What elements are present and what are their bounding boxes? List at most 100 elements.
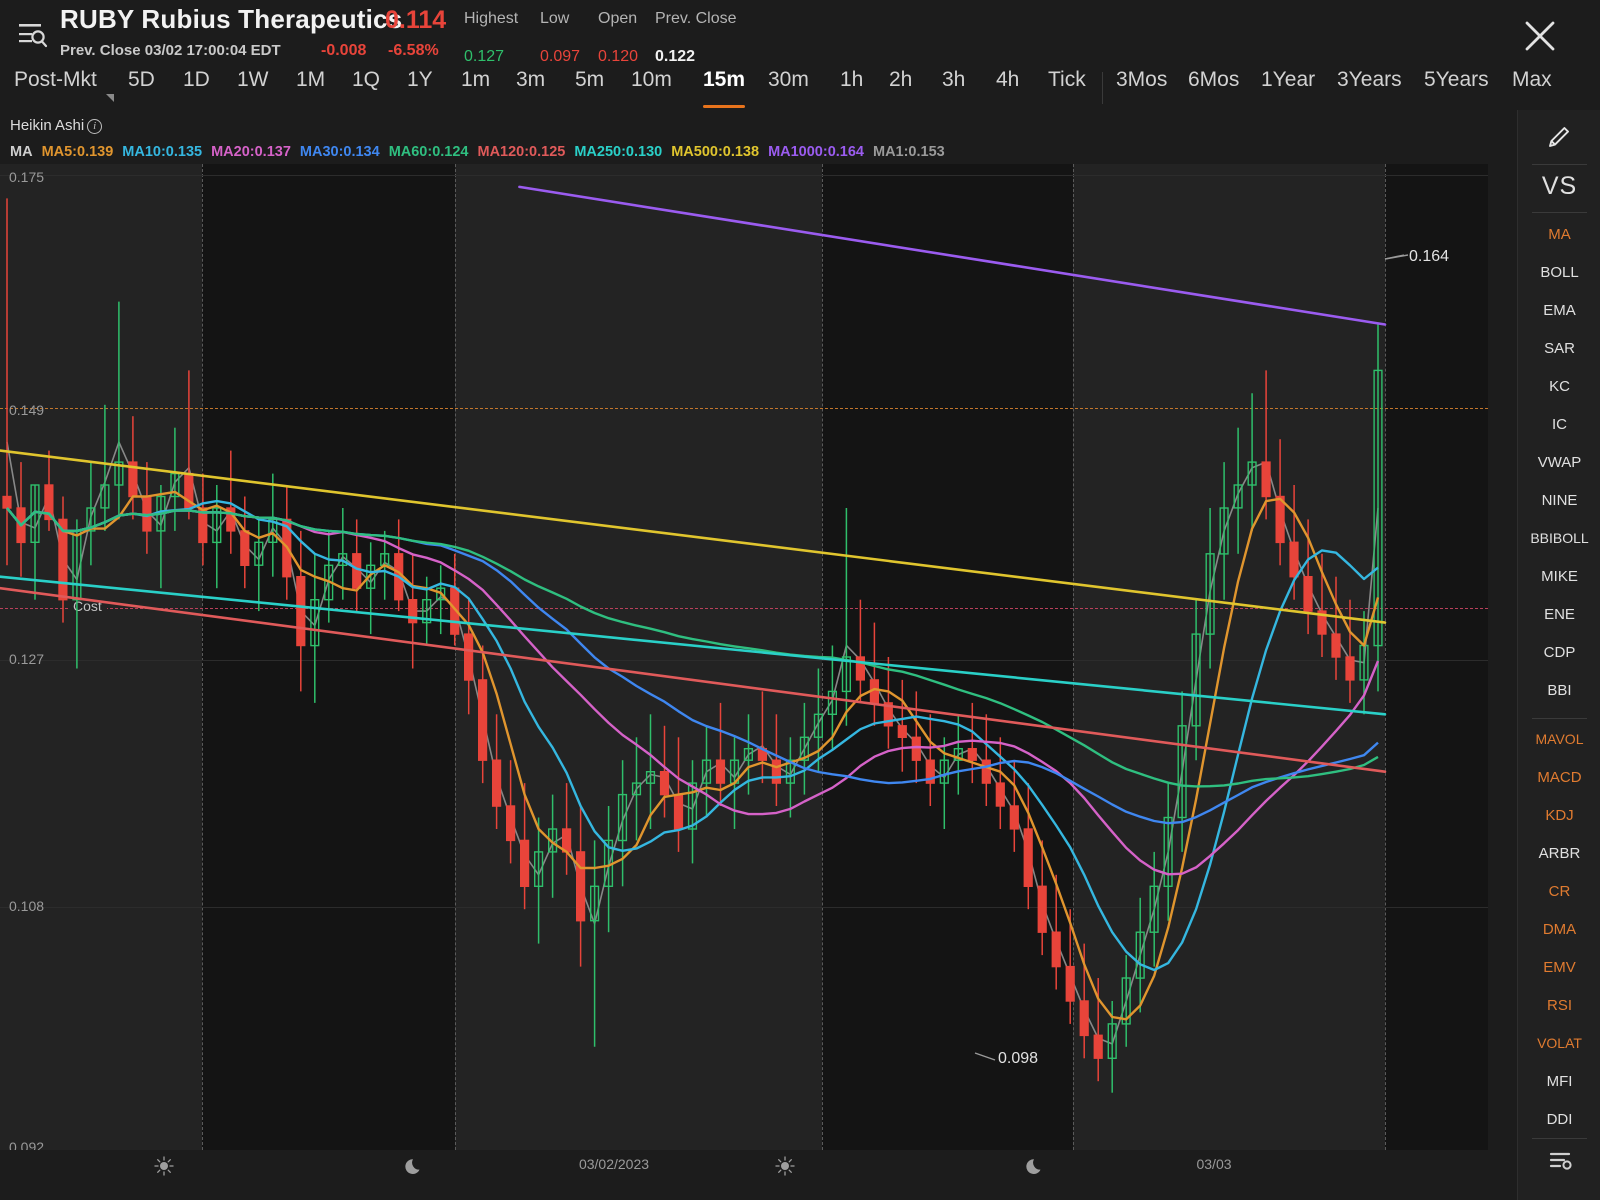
stat-highest-label: Highest	[464, 10, 519, 27]
sidebar-divider-4	[1532, 1138, 1587, 1139]
ma-legend-item-2[interactable]: MA20:0.137	[211, 144, 291, 160]
ma-legend-prefix: MA	[10, 144, 33, 160]
sidebar-indicator-macd[interactable]: MACD	[1518, 769, 1600, 786]
sidebar-indicator-ddi[interactable]: DDI	[1518, 1111, 1600, 1128]
sidebar-indicator-nine[interactable]: NINE	[1518, 492, 1600, 509]
info-icon[interactable]: i	[87, 119, 103, 134]
x-tick-date-1: 03/02/2023	[578, 1156, 650, 1172]
sidebar-indicator-emv[interactable]: EMV	[1518, 959, 1600, 976]
tab-3m[interactable]: 3m	[516, 68, 545, 110]
sidebar-indicator-cr[interactable]: CR	[1518, 883, 1600, 900]
stat-highest-value: 0.127	[464, 48, 505, 65]
sidebar-indicator-dma[interactable]: DMA	[1518, 921, 1600, 938]
chart-plot-area[interactable]	[0, 164, 1488, 1150]
stat-open-value: 0.120	[598, 48, 639, 65]
x-tick-date-2: 03/03	[1196, 1156, 1232, 1172]
tab-2h[interactable]: 2h	[889, 68, 912, 110]
list-search-icon[interactable]	[14, 16, 50, 56]
tab-6mos[interactable]: 6Mos	[1188, 68, 1239, 110]
last-price: 0.114	[385, 6, 447, 34]
timeframe-bar: Post-Mkt 5D 1D 1W 1M 1Q 1Y 1m 3m 5m 10m …	[0, 68, 1600, 110]
ma-legend-item-9[interactable]: MA1:0.153	[873, 144, 945, 160]
chart-type-label[interactable]: Heikin Ashi i	[10, 117, 103, 134]
tab-30m[interactable]: 30m	[768, 68, 809, 110]
indicator-settings-icon[interactable]	[1518, 1146, 1600, 1177]
tab-divider	[1102, 72, 1103, 104]
tab-tick[interactable]: Tick	[1048, 68, 1086, 110]
tab-3mos[interactable]: 3Mos	[1116, 68, 1167, 110]
sidebar-indicator-ene[interactable]: ENE	[1518, 606, 1600, 623]
ma-legend-item-3[interactable]: MA30:0.134	[300, 144, 380, 160]
sidebar-divider-3	[1532, 718, 1587, 719]
sidebar-indicator-bbi[interactable]: BBI	[1518, 682, 1600, 699]
sidebar-indicator-rsi[interactable]: RSI	[1518, 997, 1600, 1014]
sidebar-indicator-vwap[interactable]: VWAP	[1518, 454, 1600, 471]
sidebar-indicator-mike[interactable]: MIKE	[1518, 568, 1600, 585]
sidebar-indicator-mfi[interactable]: MFI	[1518, 1073, 1600, 1090]
chart-app: RUBY Rubius Therapeutics 0.114 Prev. Clo…	[0, 0, 1600, 1200]
sidebar-indicator-sar[interactable]: SAR	[1518, 340, 1600, 357]
pencil-icon[interactable]	[1518, 122, 1600, 157]
sun-icon-2	[775, 1156, 795, 1176]
sidebar-indicator-volat[interactable]: VOLAT	[1518, 1035, 1600, 1051]
ma-legend-item-5[interactable]: MA120:0.125	[477, 144, 565, 160]
sidebar-indicator-boll[interactable]: BOLL	[1518, 264, 1600, 281]
chevron-down-icon	[106, 94, 114, 102]
sidebar-divider-1	[1532, 164, 1587, 165]
ma-legend-item-8[interactable]: MA1000:0.164	[768, 144, 864, 160]
high-price-marker: 0.164	[1409, 248, 1450, 265]
sidebar-indicator-ma[interactable]: MA	[1518, 226, 1600, 243]
tab-1m[interactable]: 1m	[461, 68, 490, 110]
ma-legend-item-6[interactable]: MA250:0.130	[574, 144, 662, 160]
tab-15m[interactable]: 15m	[703, 68, 746, 110]
tab-3h[interactable]: 3h	[942, 68, 965, 110]
tab-max[interactable]: Max	[1512, 68, 1552, 110]
sidebar-indicator-cdp[interactable]: CDP	[1518, 644, 1600, 661]
ma-legend-item-7[interactable]: MA500:0.138	[671, 144, 759, 160]
stat-open: Open 0.120	[598, 10, 638, 65]
tab-1y[interactable]: 1Y	[407, 68, 433, 110]
sidebar-indicator-ema[interactable]: EMA	[1518, 302, 1600, 319]
stat-prev-close-label: Prev. Close	[655, 10, 737, 27]
sidebar-indicator-mavol[interactable]: MAVOL	[1518, 731, 1600, 747]
tab-1year[interactable]: 1Year	[1261, 68, 1315, 110]
tab-3years[interactable]: 3Years	[1337, 68, 1402, 110]
close-icon[interactable]	[1522, 18, 1558, 54]
stat-highest: Highest 0.127	[464, 10, 519, 65]
sidebar-indicator-kdj[interactable]: KDJ	[1518, 807, 1600, 824]
ma-legend-item-4[interactable]: MA60:0.124	[389, 144, 469, 160]
header: RUBY Rubius Therapeutics 0.114 Prev. Clo…	[0, 0, 1600, 70]
ma-legend: MA MA5:0.139 MA10:0.135 MA20:0.137 MA30:0.13…	[10, 144, 954, 160]
stat-low-value: 0.097	[540, 48, 581, 65]
ma-legend-item-1[interactable]: MA10:0.135	[122, 144, 202, 160]
compare-button[interactable]: VS	[1518, 172, 1600, 201]
sun-icon-1	[154, 1156, 174, 1176]
stat-prev-close: Prev. Close 0.122	[655, 10, 737, 65]
tab-1w[interactable]: 1W	[237, 68, 269, 110]
indicator-sidebar: VS MA BOLL EMA SAR KC IC VWAP NINE BBIBO…	[1517, 110, 1600, 1200]
x-axis: 03/02/2023 03/03	[0, 1150, 1488, 1200]
change-absolute: -0.008	[321, 42, 367, 59]
session-selector-label: Post-Mkt	[14, 68, 97, 91]
tab-5years[interactable]: 5Years	[1424, 68, 1489, 110]
tab-10m[interactable]: 10m	[631, 68, 672, 110]
sidebar-indicator-arbr[interactable]: ARBR	[1518, 845, 1600, 862]
moon-icon-2	[1026, 1156, 1046, 1176]
sidebar-indicator-ic[interactable]: IC	[1518, 416, 1600, 433]
sidebar-divider-2	[1532, 212, 1587, 213]
tab-1q[interactable]: 1Q	[352, 68, 380, 110]
price-chart[interactable]: Cost 0.175 0.149 0.127 0.108 0.092 0.164…	[0, 164, 1488, 1150]
tab-5m[interactable]: 5m	[575, 68, 604, 110]
sidebar-indicator-kc[interactable]: KC	[1518, 378, 1600, 395]
sidebar-indicator-bbiboll[interactable]: BBIBOLL	[1518, 530, 1600, 546]
tab-1d[interactable]: 1D	[183, 68, 210, 110]
tab-4h[interactable]: 4h	[996, 68, 1019, 110]
ma-legend-item-0[interactable]: MA5:0.139	[42, 144, 114, 160]
tab-5d[interactable]: 5D	[128, 68, 155, 110]
session-selector[interactable]: Post-Mkt	[14, 68, 114, 110]
tab-1h[interactable]: 1h	[840, 68, 863, 110]
active-tab-underline	[703, 105, 746, 108]
stat-low-label: Low	[540, 10, 570, 27]
prev-close-timestamp: Prev. Close 03/02 17:00:04 EDT	[60, 42, 281, 59]
tab-1m-month[interactable]: 1M	[296, 68, 325, 110]
